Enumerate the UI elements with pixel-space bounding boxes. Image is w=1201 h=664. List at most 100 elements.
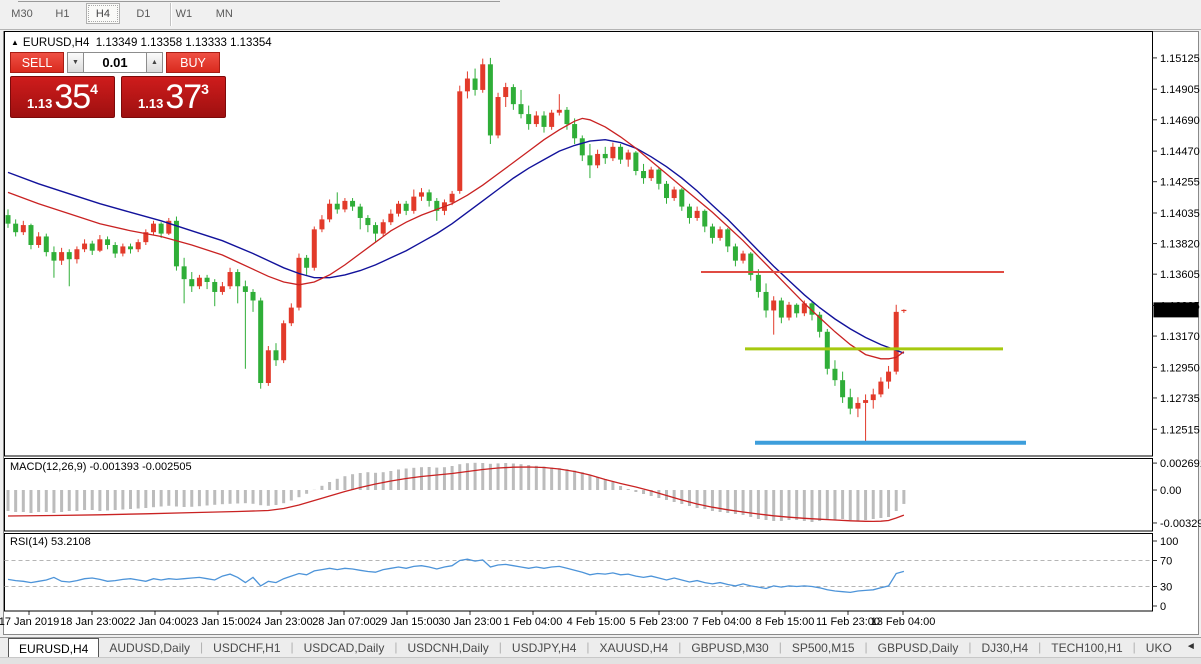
tab-scroll-left-icon[interactable]: ◄: [1186, 641, 1196, 658]
candle: [189, 279, 194, 286]
candle: [67, 252, 72, 259]
candle: [28, 225, 33, 245]
price-tick-label: 1.14255: [1160, 177, 1200, 189]
symbol-tab-tech100-h1[interactable]: TECH100,H1: [1041, 638, 1132, 658]
candle: [159, 224, 164, 234]
symbol-tab-usdcad-daily[interactable]: USDCAD,Daily: [294, 638, 395, 658]
price-tick-label: 1.13605: [1160, 269, 1200, 281]
symbol-tab-usdjpy-h4[interactable]: USDJPY,H4: [502, 638, 586, 658]
candle: [51, 252, 56, 261]
candle: [871, 394, 876, 400]
candle: [304, 258, 309, 268]
candle: [733, 246, 738, 260]
candle: [350, 201, 355, 207]
rsi-tick-label: 0: [1160, 601, 1166, 613]
candle: [641, 171, 646, 178]
candle: [197, 278, 202, 287]
candle: [534, 116, 539, 125]
volume-decrease-button[interactable]: ▼: [67, 52, 84, 73]
candle: [794, 305, 799, 314]
candle: [319, 219, 324, 229]
price-tick-label: 1.13820: [1160, 239, 1200, 251]
candle: [855, 403, 860, 409]
date-label: 18 Jan 23:00: [60, 616, 124, 628]
candle: [266, 350, 271, 383]
candle: [120, 246, 125, 253]
symbol-tab-xauusd-h4[interactable]: XAUUSD,H4: [590, 638, 679, 658]
symbol-tab-usdcnh-daily[interactable]: USDCNH,Daily: [397, 638, 498, 658]
candle: [365, 218, 370, 225]
tab-scroll-arrows: ◄►: [1182, 638, 1201, 658]
symbol-tab-eurusd-h4[interactable]: EURUSD,H4: [8, 638, 99, 658]
candle: [480, 64, 485, 90]
candle: [603, 154, 608, 158]
date-label: 30 Jan 23:00: [438, 616, 502, 628]
candle: [243, 286, 248, 292]
candle: [74, 249, 79, 259]
candle: [764, 292, 769, 310]
candle: [572, 124, 577, 138]
symbol-tab-uko[interactable]: UKO: [1136, 638, 1182, 658]
candle: [411, 197, 416, 211]
candle: [404, 204, 409, 211]
rsi-tick-label: 30: [1160, 582, 1172, 594]
date-label: 28 Jan 07:00: [312, 616, 376, 628]
symbol-tab-audusd-daily[interactable]: AUDUSD,Daily: [99, 638, 200, 658]
candle: [664, 184, 669, 198]
candle: [496, 97, 501, 135]
candle: [235, 272, 240, 286]
sell-button[interactable]: SELL: [10, 52, 64, 73]
bid-price-panel[interactable]: 1.13 35 4: [10, 76, 115, 118]
bid-price-big: 35: [54, 78, 90, 117]
price-tick-label: 1.14690: [1160, 115, 1200, 127]
symbol-tab-gbpusd-daily[interactable]: GBPUSD,Daily: [868, 638, 969, 658]
candle: [82, 244, 87, 250]
candle: [564, 110, 569, 124]
ask-price-panel[interactable]: 1.13 37 3: [121, 76, 226, 118]
volume-input[interactable]: [84, 52, 146, 73]
macd-indicator-label: MACD(12,26,9) -0.001393 -0.002505: [10, 461, 192, 473]
candle: [848, 397, 853, 408]
date-label: 13 Feb 04:00: [871, 616, 936, 628]
symbol-tab-dj30-h4[interactable]: DJ30,H4: [971, 638, 1038, 658]
candle: [342, 201, 347, 210]
candle: [473, 79, 478, 90]
chart-title: ▲EURUSD,H4 1.13349 1.13358 1.13333 1.133…: [11, 37, 272, 49]
candle: [13, 224, 18, 233]
candle: [526, 114, 531, 124]
candle: [182, 266, 187, 279]
candle: [503, 87, 508, 97]
candle: [595, 154, 600, 165]
candle: [878, 382, 883, 395]
candle: [358, 207, 363, 218]
current-price-label: 1.13354: [1157, 305, 1197, 317]
date-label: 5 Feb 23:00: [630, 616, 689, 628]
price-tick-label: 1.14035: [1160, 208, 1200, 220]
price-tick-label: 1.15125: [1160, 53, 1200, 65]
candle: [695, 211, 700, 218]
candle: [151, 224, 156, 233]
candle: [787, 305, 792, 318]
candle: [174, 221, 179, 267]
candle: [610, 147, 615, 158]
symbol-tab-sp500-m15[interactable]: SP500,M15: [782, 638, 865, 658]
candle: [90, 244, 95, 251]
candle: [557, 110, 562, 113]
candle: [327, 204, 332, 220]
price-tick-label: 1.12515: [1160, 424, 1200, 436]
candle: [427, 192, 432, 201]
bid-price-pipette: 4: [90, 81, 98, 97]
rsi-tick-label: 100: [1160, 536, 1178, 548]
candle: [212, 282, 217, 292]
candle: [465, 79, 470, 92]
candle: [6, 215, 11, 224]
date-label: 1 Feb 04:00: [504, 616, 563, 628]
symbol-tab-gbpusd-m30[interactable]: GBPUSD,M30: [681, 638, 778, 658]
collapse-chart-icon[interactable]: ▲: [11, 38, 19, 47]
date-label: 4 Feb 15:00: [567, 616, 626, 628]
symbol-tab-usdchf-h1[interactable]: USDCHF,H1: [203, 638, 290, 658]
volume-increase-button[interactable]: ▲: [146, 52, 163, 73]
candle: [679, 190, 684, 207]
buy-button[interactable]: BUY: [166, 52, 220, 73]
candle: [44, 236, 49, 252]
